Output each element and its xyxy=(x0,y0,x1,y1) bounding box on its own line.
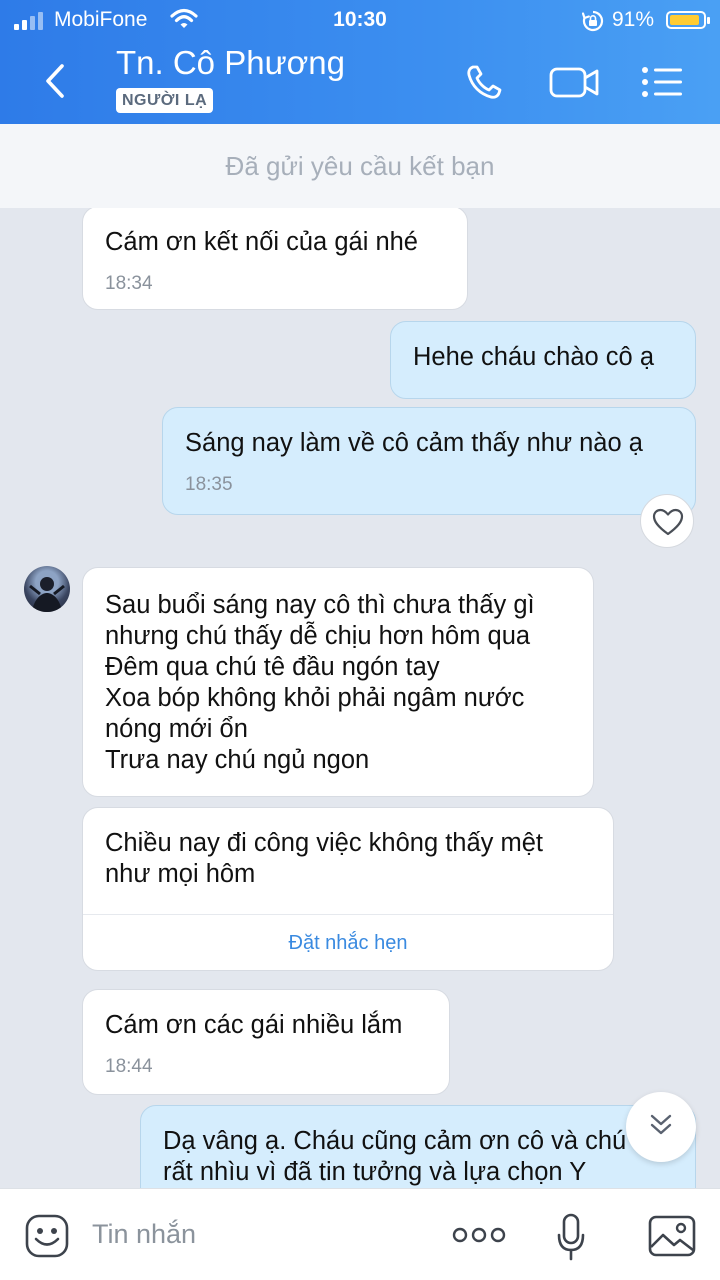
orientation-lock-icon xyxy=(582,10,604,32)
microphone-icon[interactable] xyxy=(556,1213,586,1261)
message-text: Sau buổi sáng nay cô thì chưa thấy gì nh… xyxy=(105,591,535,774)
message-text: Hehe cháu chào cô ạ xyxy=(413,343,655,371)
avatar-image xyxy=(29,577,65,612)
message-input-bar: Tin nhắn xyxy=(0,1188,720,1280)
message-bubble[interactable]: Dạ vâng ạ. Cháu cũng cảm ơn cô và chú rấ… xyxy=(140,1105,696,1188)
chat-header: MobiFone 10:30 91% Tn. Cô Phương NGƯỜI L… xyxy=(0,0,720,124)
menu-icon[interactable] xyxy=(640,62,684,102)
message-text: Cám ơn các gái nhiều lắm xyxy=(105,1011,403,1039)
scroll-to-bottom-button[interactable] xyxy=(626,1092,696,1162)
message-list[interactable]: Cám ơn kết nối của gái nhé 18:34 Hehe ch… xyxy=(0,208,720,1188)
contact-name[interactable]: Tn. Cô Phương xyxy=(116,44,345,82)
heart-icon xyxy=(652,508,684,536)
message-bubble[interactable]: Cám ơn các gái nhiều lắm 18:44 xyxy=(82,989,450,1095)
status-bar: MobiFone 10:30 91% xyxy=(0,0,720,40)
message-text: Sáng nay làm về cô cảm thấy như nào ạ xyxy=(185,429,643,457)
set-reminder-link[interactable]: Đặt nhắc hẹn xyxy=(83,914,613,970)
message-bubble[interactable]: Cám ơn kết nối của gái nhé 18:34 xyxy=(82,208,468,310)
battery-percent: 91% xyxy=(612,8,655,31)
photo-gallery-icon[interactable] xyxy=(648,1215,696,1257)
phone-call-icon[interactable] xyxy=(464,62,506,102)
double-chevron-down-icon xyxy=(650,1114,672,1135)
message-bubble[interactable]: Sau buổi sáng nay cô thì chưa thấy gì nh… xyxy=(82,567,594,797)
message-bubble[interactable]: Sáng nay làm về cô cảm thấy như nào ạ 18… xyxy=(162,407,696,515)
message-time: 18:34 xyxy=(105,273,153,294)
message-time: 18:35 xyxy=(185,474,233,495)
battery-fill xyxy=(670,15,700,25)
stranger-badge: NGƯỜI LẠ xyxy=(116,88,214,113)
battery-tip xyxy=(707,17,710,24)
back-arrow-icon[interactable] xyxy=(40,62,72,100)
message-text: Dạ vâng ạ. Cháu cũng cảm ơn cô và chú rấ… xyxy=(163,1127,627,1186)
react-button[interactable] xyxy=(640,494,694,548)
battery-icon xyxy=(666,11,710,29)
message-text: Chiều nay đi công việc không thấy mệt nh… xyxy=(105,829,544,888)
message-text: Cám ơn kết nối của gái nhé xyxy=(105,228,418,256)
emoji-icon[interactable] xyxy=(24,1213,70,1259)
more-options-icon[interactable] xyxy=(452,1225,506,1245)
message-input[interactable]: Tin nhắn xyxy=(92,1219,196,1250)
video-call-icon[interactable] xyxy=(548,62,600,102)
message-bubble[interactable]: Hehe cháu chào cô ạ xyxy=(390,321,696,399)
friend-request-status: Đã gửi yêu cầu kết bạn xyxy=(0,124,720,208)
message-bubble[interactable]: Chiều nay đi công việc không thấy mệt nh… xyxy=(82,807,614,971)
message-time: 18:44 xyxy=(105,1056,153,1077)
contact-avatar[interactable] xyxy=(24,566,70,612)
